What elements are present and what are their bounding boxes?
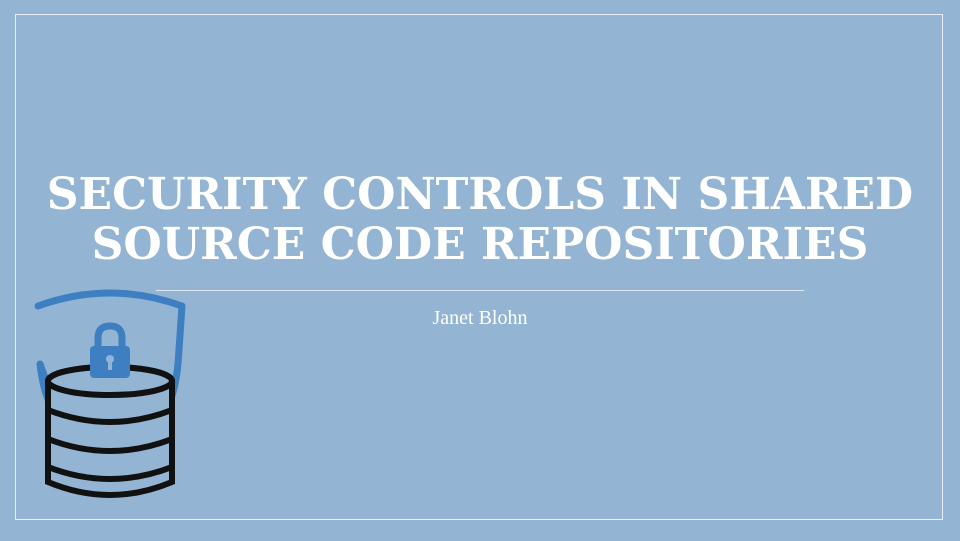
lock-icon [90,322,130,378]
slide-title-line-1: Security Controls in Shared [46,169,914,220]
title-slide: Security Controls in Shared Source Code … [0,0,960,541]
slide-title-line-2: Source Code Repositories [91,219,869,270]
database-icon [45,364,175,498]
shield-lock-database-icon [34,289,186,498]
author-name: Janet Blohn [432,307,528,329]
slide-title: Security Controls in Shared Source Code … [40,170,920,270]
title-divider [156,290,804,291]
